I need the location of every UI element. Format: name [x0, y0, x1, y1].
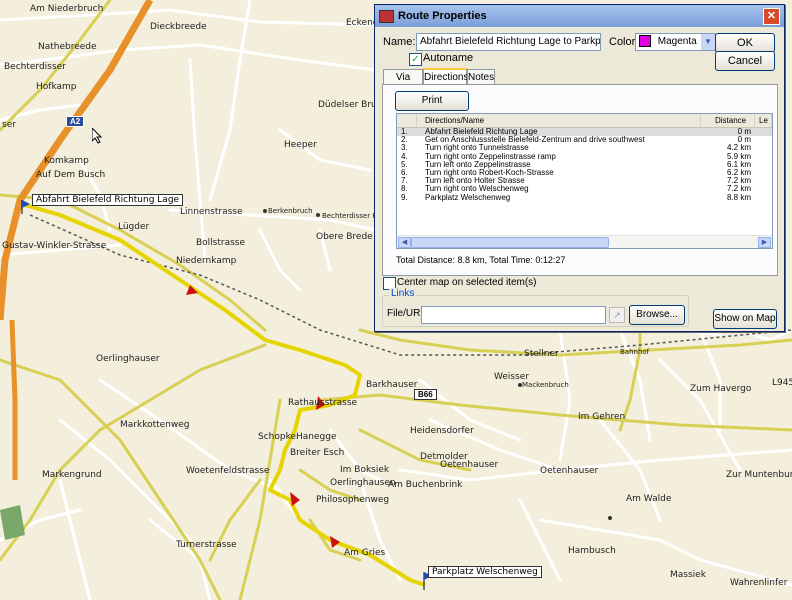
file-url-input[interactable] [421, 306, 606, 324]
scrollbar-thumb[interactable] [411, 237, 609, 248]
autoname-label: Autoname [423, 52, 474, 64]
ok-button[interactable]: OK [715, 33, 775, 53]
map-label: Gustav-Winkler-Strasse [2, 241, 107, 251]
scroll-left-icon[interactable]: ◀ [398, 237, 411, 248]
map-label: Oetenhauser [540, 466, 599, 476]
map-label: Massiek [670, 570, 706, 580]
map-label: Zum Havergo [690, 384, 752, 394]
color-select[interactable]: Magenta ▼ [635, 33, 716, 51]
horizontal-scrollbar[interactable]: ◀ ▶ [397, 235, 772, 248]
map-label: Auf Dem Busch [36, 170, 106, 180]
column-header-distance[interactable]: Distance [701, 114, 755, 128]
end-flag-label: Parkplatz Welschenweg [428, 566, 542, 578]
list-item[interactable]: 9. Parkplatz Welschenweg 8.8 km [397, 192, 772, 202]
map-label: Hanegge [296, 432, 337, 442]
direction-index: 9. [401, 192, 408, 202]
autoname-checkbox[interactable]: ✓ [409, 53, 422, 66]
map-label: Barkhauser [366, 380, 418, 390]
map-label: Oerlinghausen [330, 478, 396, 488]
app-icon [379, 9, 394, 23]
direction-distance: 8.8 km [726, 192, 751, 202]
map-label: Weisser [494, 372, 530, 382]
browse-button[interactable]: Browse... [629, 305, 685, 325]
column-header-directions[interactable]: Directions/Name [417, 114, 701, 128]
map-label: Am Walde [626, 494, 672, 504]
scroll-right-icon[interactable]: ▶ [758, 237, 771, 248]
total-distance-text: Total Distance: 8.8 km, Total Time: 0:12… [396, 255, 566, 265]
tab-via-points[interactable]: Via Points [383, 69, 423, 98]
map-label: Heidensdorfer [410, 426, 474, 436]
name-field[interactable]: Abfahrt Bielefeld Richtung Lage to Parkp… [416, 33, 601, 51]
map-label: ser [2, 120, 16, 130]
map-label: Rathausstrasse [288, 398, 358, 408]
map-label: Wahrenlinfer [730, 578, 788, 588]
map-label: Bechterdisser [4, 62, 66, 72]
map-label: Linnenstrasse [180, 207, 243, 217]
map-label: Heeper [284, 140, 317, 150]
map-label: Hambusch [568, 546, 616, 556]
map-label: Stellner [524, 349, 559, 359]
dialog-title: Route Properties [398, 10, 487, 22]
route-properties-dialog: Route Properties ✕ Name: Abfahrt Bielefe… [374, 4, 785, 332]
map-label: Obere Brede [316, 232, 373, 242]
chevron-down-icon[interactable]: ▼ [701, 34, 715, 50]
map-label: Markkottenweg [120, 420, 190, 430]
dialog-titlebar[interactable]: Route Properties [375, 5, 784, 27]
print-directions-button[interactable]: Print Directions... [395, 91, 469, 124]
show-on-map-button[interactable]: Show on Map [713, 309, 777, 329]
column-header-index[interactable] [397, 114, 417, 128]
link-icon[interactable]: ↗ [609, 307, 625, 323]
map-label: Bollstrasse [196, 238, 246, 248]
map-label: Am Niederbruch [30, 4, 104, 14]
map-label: Oerlinghauser [96, 354, 160, 364]
map-label: Philosophenweg [316, 495, 390, 505]
name-label: Name: [383, 36, 416, 48]
links-group: Links File/URL: ↗ Browse... [382, 288, 689, 327]
links-legend: Links [389, 288, 417, 299]
color-value: Magenta [657, 36, 697, 47]
map-label: Breiter Esch [290, 448, 345, 458]
column-header-le[interactable]: Le [755, 114, 772, 128]
directions-panel: Print Directions... Directions/Name Dist… [382, 84, 778, 276]
b66-shield: B66 [414, 389, 437, 400]
map-label: Berkenbruch [268, 207, 313, 215]
map-label: Lügder [118, 222, 150, 232]
map-label: Niedernkamp [176, 256, 237, 266]
map-label: Mackenbruch [522, 381, 569, 389]
start-flag-label: Abfahrt Bielefeld Richtung Lage [32, 194, 184, 206]
a2-shield: A2 [66, 116, 85, 127]
map-label: Woetenfeldstrasse [186, 466, 270, 476]
map-label: Im Gehren [578, 412, 626, 422]
directions-list[interactable]: Directions/Name Distance Le 1. Abfahrt Bi… [396, 113, 773, 249]
map-label: L945 [772, 378, 792, 388]
map-label: Nathebreede [38, 42, 97, 52]
map-label: Am Buchenbrink [388, 480, 463, 490]
map-label: Komkamp [44, 156, 89, 166]
map-label: Im Boksiek [340, 465, 390, 475]
map-label: Hofkamp [36, 82, 77, 92]
center-map-label: Center map on selected item(s) [397, 277, 537, 288]
map-label: Bahnhof [620, 348, 650, 356]
close-button[interactable]: ✕ [763, 8, 780, 25]
cancel-button[interactable]: Cancel [715, 51, 775, 71]
map-label: Markengrund [42, 470, 102, 480]
map-label: Oetenhauser [440, 460, 499, 470]
map-label: Zur Muntenburg [726, 470, 792, 480]
map-label: Am Gries [344, 548, 386, 558]
color-swatch [639, 35, 651, 48]
direction-text: Parkplatz Welschenweg [425, 192, 511, 202]
map-label: Schopke [258, 432, 297, 442]
color-label: Color: [609, 36, 639, 48]
map-label: Turnerstrasse [176, 540, 237, 550]
mouse-cursor-icon [92, 128, 102, 144]
map-label: Dieckbreede [150, 22, 207, 32]
tab-notes[interactable]: Notes [467, 69, 495, 85]
